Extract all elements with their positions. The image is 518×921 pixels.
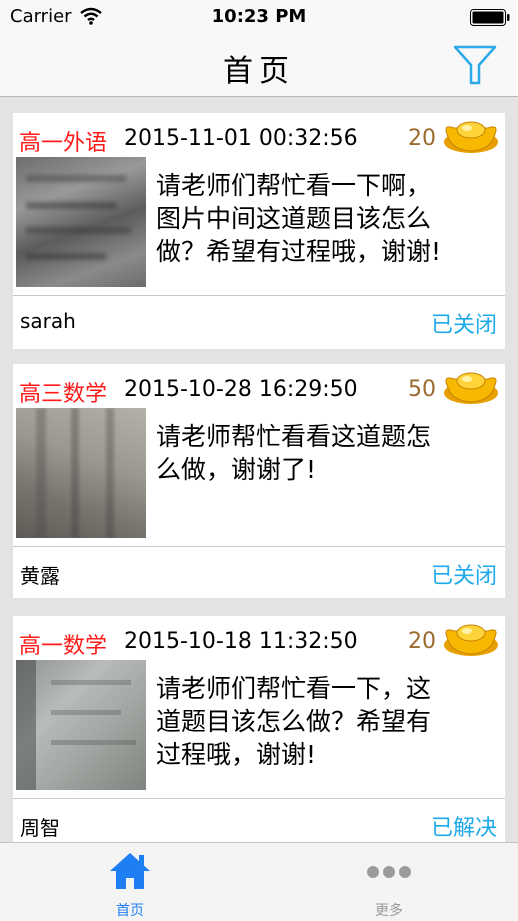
post-description-line: 做？希望有过程哦，谢谢! bbox=[156, 237, 442, 266]
post-image[interactable] bbox=[16, 660, 146, 790]
post-reward: 20 bbox=[408, 126, 436, 151]
post-description-line: 请老师们帮忙看一下啊， bbox=[156, 171, 432, 200]
status-bar: Carrier 10:23 PM bbox=[0, 0, 518, 36]
tab-more[interactable]: 更多 bbox=[329, 843, 449, 921]
divider bbox=[13, 798, 505, 799]
post-card[interactable]: 高一外语 2015-11-01 00:32:56 20 请老师们帮忙看一下啊， … bbox=[13, 113, 505, 349]
post-subject: 高一数学 bbox=[19, 634, 108, 659]
post-author: sarah bbox=[20, 309, 76, 333]
post-author: 周智 bbox=[20, 816, 60, 840]
post-reward: 50 bbox=[408, 377, 436, 402]
post-image[interactable] bbox=[16, 408, 146, 538]
post-description-line: 图片中间这道题目该怎么 bbox=[156, 204, 432, 233]
post-card[interactable]: 高一数学 2015-10-18 11:32:50 20 请老师们帮忙看一下，这 … bbox=[13, 616, 505, 842]
battery-icon bbox=[470, 9, 510, 26]
page-title: 首页 bbox=[223, 54, 295, 89]
post-author: 黄露 bbox=[20, 564, 60, 588]
post-description: 请老师们帮忙看一下啊， 图片中间这道题目该怎么 做？希望有过程哦，谢谢! bbox=[156, 169, 501, 268]
tab-home[interactable]: 首页 bbox=[70, 843, 190, 921]
gold-ingot-icon bbox=[444, 372, 498, 404]
post-status[interactable]: 已解决 bbox=[431, 810, 497, 842]
home-icon bbox=[110, 853, 150, 889]
status-time: 10:23 PM bbox=[211, 6, 307, 27]
tab-label: 首页 bbox=[116, 903, 144, 919]
post-description-line: 过程哦，谢谢! bbox=[156, 740, 317, 769]
post-header: 高一外语 2015-11-01 00:32:56 20 bbox=[13, 113, 505, 159]
post-subject: 高三数学 bbox=[19, 382, 108, 407]
post-description: 请老师帮忙看看这道题怎 么做，谢谢了! bbox=[156, 420, 501, 486]
post-card[interactable]: 高三数学 2015-10-28 16:29:50 50 请老师帮忙看看这道题怎 … bbox=[13, 364, 505, 598]
navigation-bar: 首页 bbox=[0, 36, 518, 97]
post-description-line: 请老师帮忙看看这道题怎 bbox=[156, 422, 432, 451]
post-header: 高三数学 2015-10-28 16:29:50 50 bbox=[13, 364, 505, 410]
post-datetime: 2015-11-01 00:32:56 bbox=[124, 126, 358, 151]
post-description-line: 么做，谢谢了! bbox=[156, 455, 317, 484]
divider bbox=[13, 295, 505, 296]
post-status[interactable]: 已关闭 bbox=[431, 558, 497, 590]
divider bbox=[13, 546, 505, 547]
gold-ingot-icon bbox=[444, 121, 498, 153]
post-header: 高一数学 2015-10-18 11:32:50 20 bbox=[13, 616, 505, 662]
gold-ingot-icon bbox=[444, 624, 498, 656]
post-datetime: 2015-10-18 11:32:50 bbox=[124, 629, 358, 654]
post-subject: 高一外语 bbox=[19, 131, 108, 156]
post-datetime: 2015-10-28 16:29:50 bbox=[124, 377, 358, 402]
more-icon bbox=[367, 866, 411, 878]
post-description-line: 请老师们帮忙看一下，这 bbox=[156, 674, 432, 703]
post-description-line: 道题目该怎么做？希望有 bbox=[156, 707, 432, 736]
filter-icon[interactable] bbox=[452, 44, 498, 86]
post-description: 请老师们帮忙看一下，这 道题目该怎么做？希望有 过程哦，谢谢! bbox=[156, 672, 501, 771]
post-reward: 20 bbox=[408, 629, 436, 654]
post-image[interactable] bbox=[16, 157, 146, 287]
post-status[interactable]: 已关闭 bbox=[431, 307, 497, 339]
tab-label: 更多 bbox=[375, 903, 403, 919]
tab-bar: 首页 更多 bbox=[0, 842, 518, 921]
